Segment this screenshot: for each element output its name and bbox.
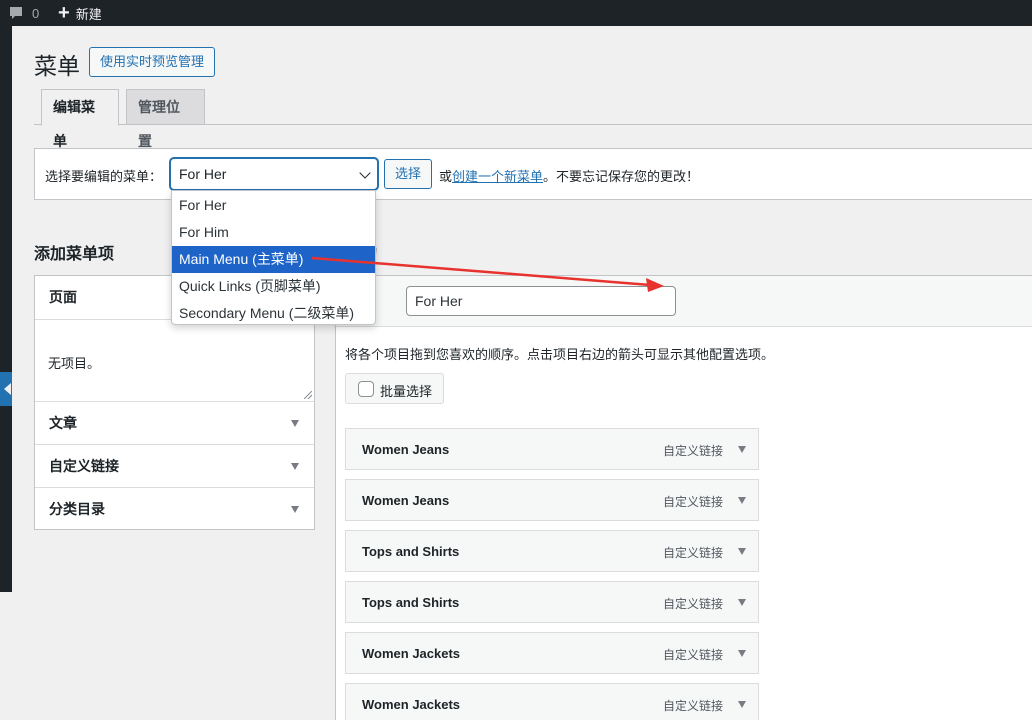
accordion-categories[interactable]: 分类目录	[35, 488, 314, 531]
pages-panel: 无项目。	[35, 320, 314, 402]
menu-item-type: 自定义链接	[663, 444, 724, 458]
menu-structure-panel: 名称 将各个项目拖到您喜欢的顺序。点击项目右边的箭头可显示其他配置选项。 批量选…	[335, 275, 1032, 720]
new-content-label: 新建	[75, 6, 102, 22]
hint-prefix: 或	[439, 169, 453, 184]
add-menu-items-title: 添加菜单项	[34, 246, 115, 263]
dropdown-option-for-him[interactable]: For Him	[172, 219, 375, 246]
triangle-down-icon[interactable]	[738, 548, 746, 555]
menu-name-input[interactable]	[406, 286, 676, 316]
dropdown-option-for-her[interactable]: For Her	[172, 192, 375, 219]
menu-item-title: Women Jeans	[362, 493, 450, 508]
dropdown-option-quick-links[interactable]: Quick Links (页脚菜单)	[172, 273, 375, 300]
menu-item[interactable]: Women Jeans 自定义链接	[345, 428, 759, 470]
menu-item-type: 自定义链接	[663, 648, 724, 662]
menu-header: 名称	[336, 276, 1032, 327]
menu-item-title: Women Jackets	[362, 697, 461, 712]
menu-item[interactable]: Tops and Shirts 自定义链接	[345, 530, 759, 572]
new-content-link[interactable]: + 新建	[58, 0, 102, 26]
triangle-down-icon[interactable]	[738, 650, 746, 657]
menu-item-type: 自定义链接	[663, 495, 724, 509]
menu-item-title: Tops and Shirts	[362, 544, 460, 559]
menu-select[interactable]: For Her	[170, 158, 378, 190]
bulk-select-checkbox[interactable]	[358, 381, 374, 397]
no-items-text: 无项目。	[48, 356, 101, 371]
sidebar-current-indicator	[0, 372, 12, 406]
resize-grip-icon[interactable]	[304, 391, 312, 399]
menu-select-dropdown: For Her For Him Main Menu (主菜单) Quick Li…	[171, 190, 376, 325]
accordion-custom-links[interactable]: 自定义链接	[35, 445, 314, 488]
select-button[interactable]: 选择	[384, 159, 433, 189]
menu-item-title: Tops and Shirts	[362, 595, 460, 610]
drag-instructions: 将各个项目拖到您喜欢的顺序。点击项目右边的箭头可显示其他配置选项。	[345, 347, 775, 362]
admin-bar: 0 + 新建	[0, 0, 1032, 26]
menu-item-title: Women Jeans	[362, 442, 450, 457]
live-preview-button[interactable]: 使用实时预览管理	[89, 47, 216, 77]
triangle-down-icon[interactable]	[738, 701, 746, 708]
comment-bubble-icon	[10, 7, 22, 19]
comments-link[interactable]: 0	[8, 0, 39, 26]
triangle-down-icon[interactable]	[738, 599, 746, 606]
menu-item-type: 自定义链接	[663, 597, 724, 611]
triangle-down-icon[interactable]	[738, 497, 746, 504]
accordion-categories-label: 分类目录	[49, 501, 105, 517]
hint-suffix: 。不要忘记保存您的更改！	[543, 169, 700, 184]
menu-item-type: 自定义链接	[663, 546, 724, 560]
triangle-down-icon	[291, 463, 299, 470]
plus-icon: +	[58, 2, 70, 24]
menu-item[interactable]: Tops and Shirts 自定义链接	[345, 581, 759, 623]
admin-sidebar	[0, 26, 12, 592]
dropdown-option-secondary-menu[interactable]: Secondary Menu (二级菜单)	[172, 300, 375, 327]
triangle-down-icon[interactable]	[738, 446, 746, 453]
create-new-menu-link[interactable]: 创建一个新菜单	[452, 169, 543, 184]
accordion-custom-links-label: 自定义链接	[49, 458, 119, 474]
dropdown-option-main-menu[interactable]: Main Menu (主菜单)	[172, 246, 375, 273]
menu-select-value: For Her	[179, 166, 227, 182]
triangle-down-icon	[291, 506, 299, 513]
page-title: 菜单	[34, 53, 80, 79]
menu-item-type: 自定义链接	[663, 699, 724, 713]
comments-count: 0	[32, 5, 40, 21]
triangle-down-icon	[291, 420, 299, 427]
menu-item-title: Women Jackets	[362, 646, 461, 661]
accordion-posts[interactable]: 文章	[35, 402, 314, 445]
accordion-pages-label: 页面	[49, 289, 77, 305]
menu-item[interactable]: Women Jeans 自定义链接	[345, 479, 759, 521]
chevron-down-icon	[359, 167, 371, 179]
select-menu-label: 选择要编辑的菜单：	[45, 169, 163, 184]
create-menu-hint: 或创建一个新菜单。不要忘记保存您的更改！	[439, 166, 699, 185]
accordion-posts-label: 文章	[49, 415, 77, 431]
menu-item[interactable]: Women Jackets 自定义链接	[345, 683, 759, 720]
nav-tabs: 编辑菜单 管理位置	[34, 89, 1032, 149]
bulk-select-label: 批量选择	[380, 384, 433, 399]
bulk-select-toggle[interactable]: 批量选择	[345, 373, 444, 404]
menu-item[interactable]: Women Jackets 自定义链接	[345, 632, 759, 674]
tab-manage-locations[interactable]: 管理位置	[126, 89, 205, 149]
tab-edit-menus[interactable]: 编辑菜单	[41, 89, 119, 149]
